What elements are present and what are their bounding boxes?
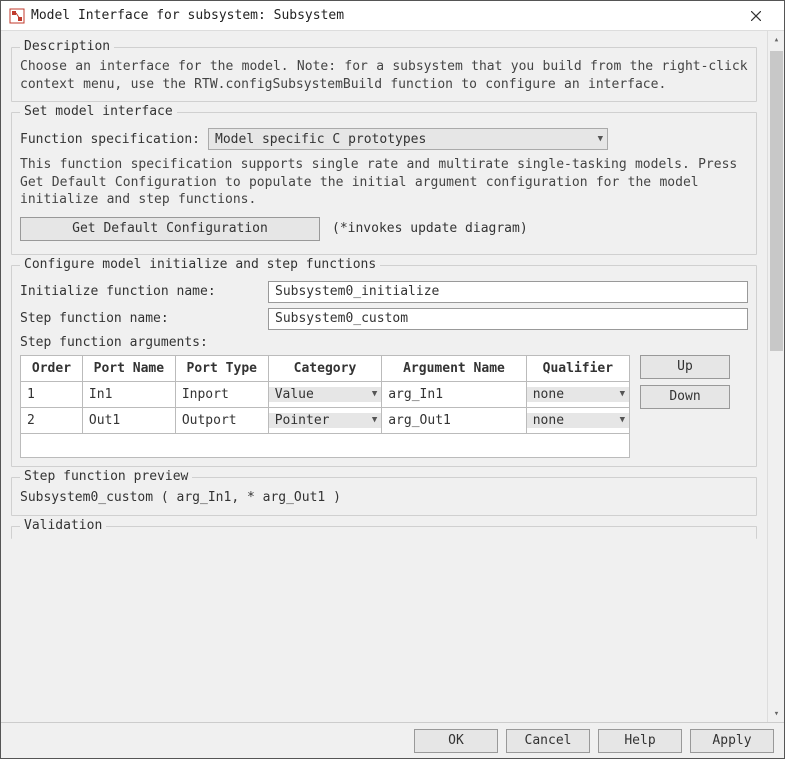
- reorder-buttons: Up Down: [640, 355, 730, 458]
- vertical-scrollbar[interactable]: ▴ ▾: [767, 31, 784, 722]
- chevron-down-icon: ▼: [372, 415, 377, 425]
- cell-category[interactable]: Pointer ▼: [268, 407, 382, 433]
- help-button[interactable]: Help: [598, 729, 682, 753]
- preview-group: Step function preview Subsystem0_custom …: [11, 477, 757, 516]
- cell-port-type: Outport: [175, 407, 268, 433]
- validation-legend: Validation: [20, 518, 106, 533]
- cell-order: 1: [21, 381, 83, 407]
- titlebar: Model Interface for subsystem: Subsystem: [1, 1, 784, 31]
- cell-qualifier[interactable]: none ▼: [526, 407, 629, 433]
- cell-arg-name[interactable]: arg_In1: [382, 381, 527, 407]
- description-legend: Description: [20, 39, 114, 54]
- func-spec-select[interactable]: Model specific C prototypes ▼: [208, 128, 608, 150]
- col-qualifier: Qualifier: [526, 355, 629, 381]
- down-button[interactable]: Down: [640, 385, 730, 409]
- set-interface-group: Set model interface Function specificati…: [11, 112, 757, 255]
- table-empty-area: [21, 433, 630, 457]
- chevron-down-icon: ▼: [372, 389, 377, 399]
- scroll-down-arrow-icon[interactable]: ▾: [768, 705, 784, 722]
- cell-category[interactable]: Value ▼: [268, 381, 382, 407]
- scroll-up-arrow-icon[interactable]: ▴: [768, 31, 784, 48]
- func-spec-label: Function specification:: [20, 132, 200, 147]
- scrollbar-thumb[interactable]: [770, 51, 783, 351]
- step-args-label: Step function arguments:: [20, 335, 208, 350]
- col-category: Category: [268, 355, 382, 381]
- description-group: Description Choose an interface for the …: [11, 47, 757, 102]
- func-spec-value: Model specific C prototypes: [215, 132, 426, 147]
- get-default-config-button[interactable]: Get Default Configuration: [20, 217, 320, 241]
- cell-order: 2: [21, 407, 83, 433]
- step-func-input[interactable]: [268, 308, 748, 330]
- init-func-input[interactable]: [268, 281, 748, 303]
- configure-legend: Configure model initialize and step func…: [20, 257, 380, 272]
- table-row[interactable]: 2 Out1 Outport Pointer ▼ arg_Out1: [21, 407, 630, 433]
- cell-port-name: In1: [82, 381, 175, 407]
- args-table[interactable]: Order Port Name Port Type Category Argum…: [20, 355, 630, 458]
- chevron-down-icon: ▼: [620, 415, 625, 425]
- validation-group: Validation: [11, 526, 757, 539]
- cell-port-name: Out1: [82, 407, 175, 433]
- init-func-label: Initialize function name:: [20, 284, 260, 299]
- preview-legend: Step function preview: [20, 469, 192, 484]
- set-interface-legend: Set model interface: [20, 104, 177, 119]
- up-button[interactable]: Up: [640, 355, 730, 379]
- window-title: Model Interface for subsystem: Subsystem: [31, 8, 736, 23]
- cell-port-type: Inport: [175, 381, 268, 407]
- dialog-footer: OK Cancel Help Apply: [1, 722, 784, 758]
- col-port-type: Port Type: [175, 355, 268, 381]
- preview-text: Subsystem0_custom ( arg_In1, * arg_Out1 …: [20, 488, 748, 507]
- step-func-label: Step function name:: [20, 311, 260, 326]
- table-header-row: Order Port Name Port Type Category Argum…: [21, 355, 630, 381]
- dialog-window: Model Interface for subsystem: Subsystem…: [0, 0, 785, 759]
- cell-arg-name[interactable]: arg_Out1: [382, 407, 527, 433]
- cancel-button[interactable]: Cancel: [506, 729, 590, 753]
- invoke-note: (*invokes update diagram): [332, 221, 528, 236]
- col-port-name: Port Name: [82, 355, 175, 381]
- configure-group: Configure model initialize and step func…: [11, 265, 757, 467]
- chevron-down-icon: ▼: [598, 134, 603, 144]
- cell-qualifier[interactable]: none ▼: [526, 381, 629, 407]
- ok-button[interactable]: OK: [414, 729, 498, 753]
- close-button[interactable]: [736, 2, 776, 30]
- dialog-content: Description Choose an interface for the …: [1, 31, 767, 722]
- col-arg-name: Argument Name: [382, 355, 527, 381]
- apply-button[interactable]: Apply: [690, 729, 774, 753]
- app-icon: [9, 8, 25, 24]
- description-text: Choose an interface for the model. Note:…: [20, 58, 748, 93]
- col-order: Order: [21, 355, 83, 381]
- chevron-down-icon: ▼: [620, 389, 625, 399]
- table-row[interactable]: 1 In1 Inport Value ▼ arg_In1: [21, 381, 630, 407]
- set-interface-info: This function specification supports sin…: [20, 156, 748, 209]
- close-icon: [751, 11, 761, 21]
